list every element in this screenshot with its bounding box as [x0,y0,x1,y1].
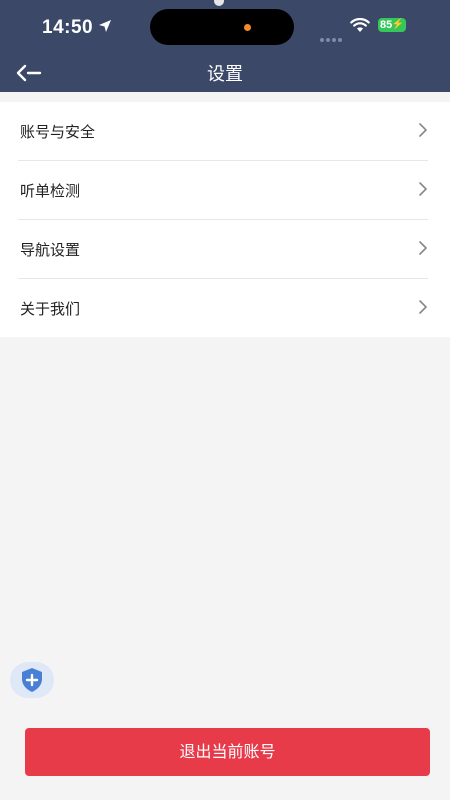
header-bar: 14:50 85 ⚡ 设置 [0,0,450,92]
security-shield-button[interactable] [10,662,54,698]
recording-indicator [244,24,251,31]
charging-bolt-icon: ⚡ [391,19,404,30]
wifi-icon [350,18,370,32]
chevron-right-icon [419,300,427,314]
chevron-right-icon [419,241,427,255]
camera-indicator [214,0,224,6]
menu-item-order-check[interactable]: 听单检测 [18,161,428,220]
page-title: 设置 [207,64,243,85]
menu-item-label: 听单检测 [20,182,81,200]
location-arrow-icon [99,20,111,32]
menu-item-about-us[interactable]: 关于我们 [18,279,428,337]
menu-item-navigation-settings[interactable]: 导航设置 [18,220,428,279]
menu-item-label: 关于我们 [20,300,81,318]
settings-menu: 账号与安全 听单检测 导航设置 关于我们 [0,102,450,337]
battery-icon: 85 ⚡ [378,18,406,32]
menu-item-label: 账号与安全 [20,123,96,141]
chevron-right-icon [419,182,427,196]
shield-plus-icon [22,668,42,692]
status-time: 14:50 [42,17,94,38]
dynamic-island [150,9,294,45]
chevron-right-icon [419,123,427,137]
signal-dots-icon [320,27,344,46]
battery-level: 85 [380,19,393,31]
logout-button[interactable]: 退出当前账号 [25,728,430,776]
menu-item-account-security[interactable]: 账号与安全 [18,102,428,161]
menu-item-label: 导航设置 [20,241,81,259]
